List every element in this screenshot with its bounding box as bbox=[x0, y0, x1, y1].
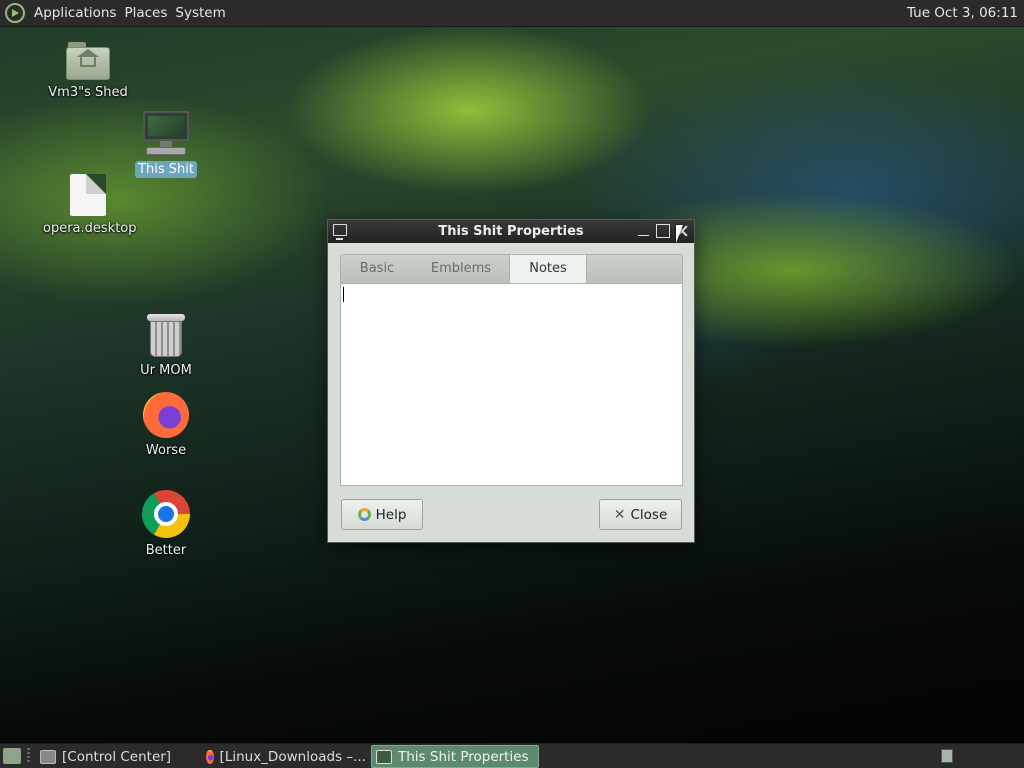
minimize-icon[interactable] bbox=[637, 224, 651, 238]
workspace-switcher[interactable] bbox=[941, 749, 953, 763]
maximize-icon[interactable] bbox=[656, 224, 670, 238]
menu-system[interactable]: System bbox=[171, 5, 229, 21]
desktop-icon-trash[interactable]: Ur MOM bbox=[118, 314, 214, 379]
clock[interactable]: Tue Oct 3, 06:11 bbox=[907, 5, 1018, 21]
task-properties[interactable]: This Shit Properties bbox=[371, 745, 539, 768]
desktop-icon-firefox[interactable]: Worse bbox=[118, 392, 214, 459]
top-panel: Applications Places System Tue Oct 3, 06… bbox=[0, 0, 1024, 27]
tab-emblems[interactable]: Emblems bbox=[413, 255, 509, 283]
tab-bar: Basic Emblems Notes bbox=[340, 254, 683, 283]
desktop-icon-label: opera.desktop bbox=[43, 221, 137, 236]
firefox-icon bbox=[143, 392, 189, 438]
task-firefox[interactable]: [Linux_Downloads –... bbox=[202, 745, 370, 768]
help-button-label: Help bbox=[375, 506, 407, 523]
mouse-pointer-icon bbox=[676, 225, 683, 243]
home-folder-icon bbox=[66, 42, 110, 80]
desktop-icon-opera[interactable]: opera.desktop bbox=[40, 174, 137, 237]
task-label: [Linux_Downloads –... bbox=[219, 748, 366, 765]
trash-icon bbox=[147, 314, 185, 358]
menu-applications[interactable]: Applications bbox=[30, 5, 120, 21]
chrome-icon bbox=[142, 490, 190, 538]
close-button[interactable]: ✕ Close bbox=[599, 499, 682, 530]
tab-basic[interactable]: Basic bbox=[341, 255, 413, 283]
text-caret bbox=[343, 287, 344, 302]
firefox-icon bbox=[206, 749, 214, 764]
dialog-titlebar[interactable]: This Shit Properties bbox=[328, 220, 694, 243]
control-center-icon bbox=[40, 749, 56, 764]
desktop-icon-chrome[interactable]: Better bbox=[118, 490, 214, 559]
panel-separator bbox=[27, 748, 30, 764]
desktop-icon-label: Better bbox=[145, 543, 187, 558]
menu-logo-icon[interactable] bbox=[5, 3, 25, 23]
notes-textarea[interactable] bbox=[340, 283, 683, 486]
computer-icon bbox=[142, 111, 190, 157]
desktop-icon-label: Ur MOM bbox=[140, 363, 192, 378]
task-label: [Control Center] bbox=[62, 748, 172, 765]
desktop-icon-computer[interactable]: This Shit bbox=[118, 111, 214, 178]
document-icon bbox=[70, 174, 106, 216]
desktop-icon-label: Worse bbox=[145, 443, 187, 458]
close-x-icon: ✕ bbox=[613, 506, 626, 523]
task-label: This Shit Properties bbox=[398, 748, 529, 765]
help-icon bbox=[357, 508, 371, 521]
properties-dialog: This Shit Properties Basic Emblems Notes… bbox=[327, 219, 695, 543]
show-desktop-icon[interactable] bbox=[3, 748, 21, 764]
bottom-panel: [Control Center] [Linux_Downloads –... T… bbox=[0, 743, 1024, 768]
desktop-icon-home[interactable]: Vm3"s Shed bbox=[40, 42, 136, 101]
desktop-icon-label: This Shit bbox=[135, 161, 197, 178]
tab-notes[interactable]: Notes bbox=[509, 254, 587, 283]
desktop-icon-label: Vm3"s Shed bbox=[48, 85, 128, 100]
task-control-center[interactable]: [Control Center] bbox=[36, 745, 200, 768]
help-button[interactable]: Help bbox=[341, 499, 423, 530]
menu-places[interactable]: Places bbox=[120, 5, 171, 21]
computer-icon bbox=[376, 749, 392, 764]
close-button-label: Close bbox=[630, 506, 668, 523]
